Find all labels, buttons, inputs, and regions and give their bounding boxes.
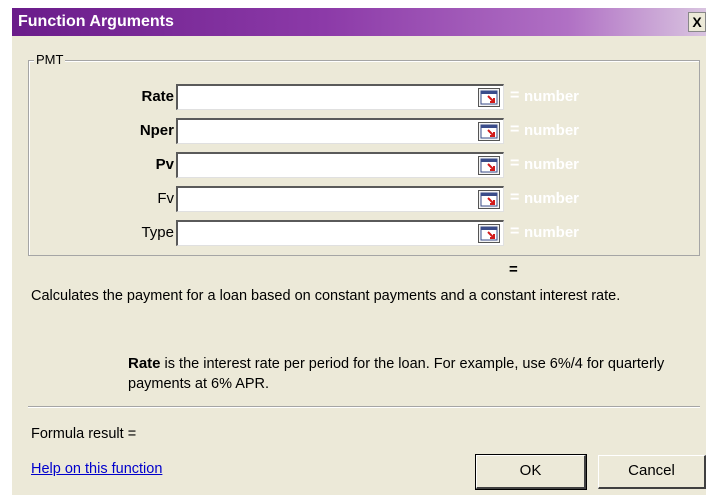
equals-sign: = xyxy=(510,155,520,172)
type-input[interactable] xyxy=(176,220,504,246)
fv-input[interactable] xyxy=(176,186,504,212)
collapse-dialog-icon xyxy=(480,226,498,241)
argument-label: Fv xyxy=(157,190,174,207)
function-result-equals: = xyxy=(509,261,518,278)
collapse-dialog-button[interactable] xyxy=(478,88,500,107)
divider xyxy=(28,406,700,408)
equals-sign: = xyxy=(510,223,520,240)
collapse-dialog-button[interactable] xyxy=(478,122,500,141)
rate-input[interactable] xyxy=(176,84,504,110)
dialog-title: Function Arguments xyxy=(18,13,174,30)
function-description: Calculates the payment for a loan based … xyxy=(31,288,621,304)
argument-row-type: Type = number xyxy=(12,220,706,248)
title-bar[interactable]: Function Arguments X xyxy=(12,8,706,36)
nper-input[interactable] xyxy=(176,118,504,144)
help-link[interactable]: Help on this function xyxy=(31,461,162,477)
close-icon: X xyxy=(692,14,702,30)
formula-result: Formula result = xyxy=(31,426,137,442)
function-arguments-dialog: Function Arguments X PMT Rate = number N… xyxy=(12,8,706,495)
argument-row-pv: Pv = number xyxy=(12,152,706,180)
argument-row-nper: Nper = number xyxy=(12,118,706,146)
equals-sign: = xyxy=(510,87,520,104)
collapse-dialog-icon xyxy=(480,192,498,207)
argument-label: Type xyxy=(141,224,174,241)
argument-row-fv: Fv = number xyxy=(12,186,706,214)
function-name-label: PMT xyxy=(34,52,66,67)
cancel-button[interactable]: Cancel xyxy=(598,455,706,489)
argument-label: Pv xyxy=(155,156,174,173)
pv-input[interactable] xyxy=(176,152,504,178)
collapse-dialog-icon xyxy=(480,158,498,173)
collapse-dialog-button[interactable] xyxy=(478,190,500,209)
argument-result-type: number xyxy=(524,88,580,105)
collapse-dialog-button[interactable] xyxy=(478,224,500,243)
collapse-dialog-icon xyxy=(480,124,498,139)
equals-sign: = xyxy=(510,189,520,206)
argument-result-type: number xyxy=(524,190,580,207)
argument-row-rate: Rate = number xyxy=(12,84,706,112)
argument-label: Nper xyxy=(139,122,174,139)
argument-result-type: number xyxy=(524,156,580,173)
argument-label: Rate xyxy=(141,88,174,105)
ok-button[interactable]: OK xyxy=(475,454,587,490)
equals-sign: = xyxy=(510,121,520,138)
argument-result-type: number xyxy=(524,122,580,139)
argument-help: Rate is the interest rate per period for… xyxy=(128,354,698,394)
argument-help-text: is the interest rate per period for the … xyxy=(128,356,665,392)
argument-help-name: Rate xyxy=(128,355,161,372)
collapse-dialog-button[interactable] xyxy=(478,156,500,175)
close-button[interactable]: X xyxy=(688,12,706,32)
argument-result-type: number xyxy=(524,224,580,241)
collapse-dialog-icon xyxy=(480,90,498,105)
